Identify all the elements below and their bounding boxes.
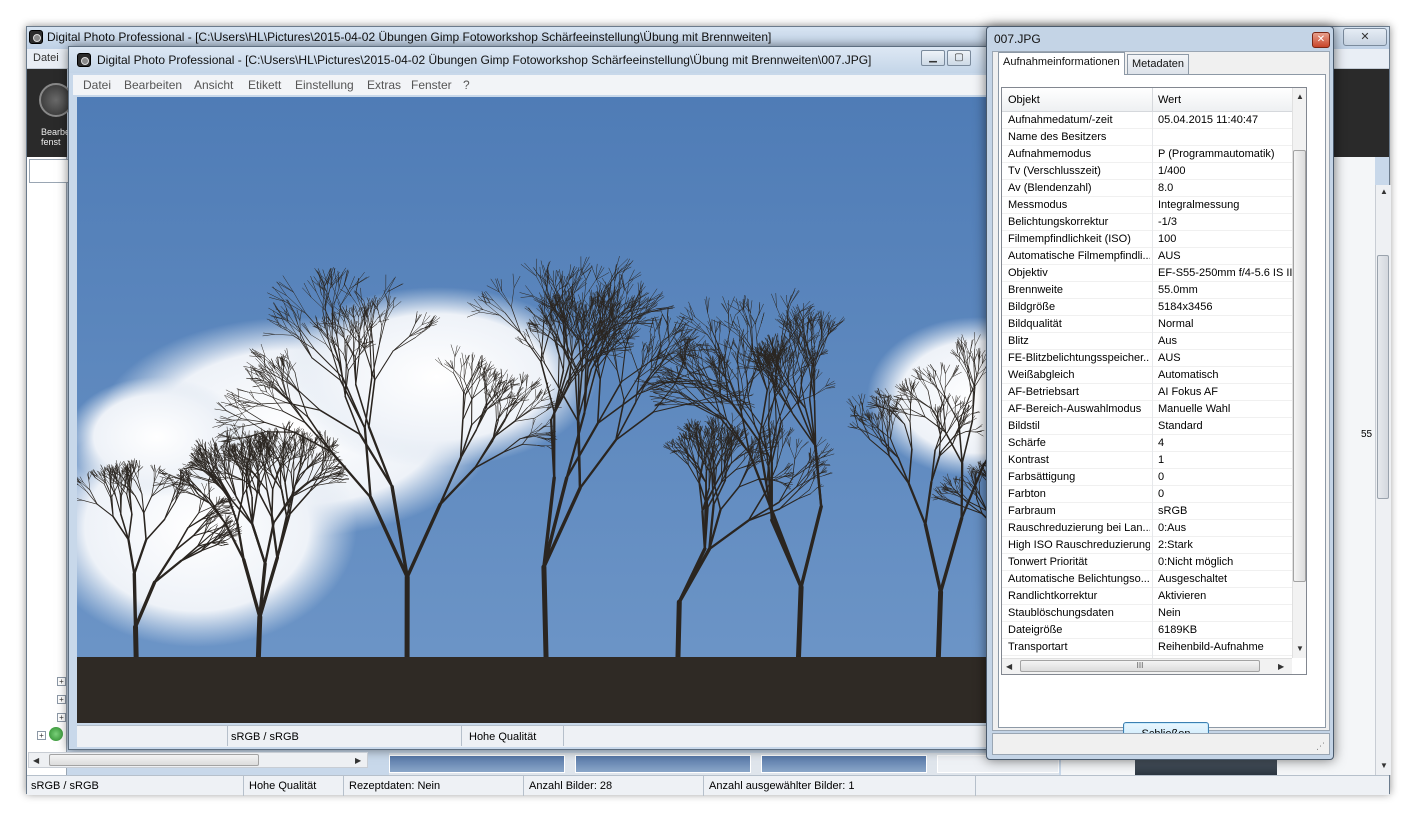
menu-extras[interactable]: Extras	[367, 78, 401, 92]
viewer-menubar: Datei Bearbeiten Ansicht Etikett Einstel…	[73, 75, 1055, 95]
status-quality: Hohe Qualität	[249, 780, 317, 792]
thumbnail[interactable]	[389, 755, 565, 773]
status-color-space: sRGB / sRGB	[31, 780, 99, 792]
close-icon[interactable]: ✕	[1343, 28, 1387, 46]
network-icon	[49, 727, 63, 741]
menu-bearbeiten[interactable]: Bearbeiten	[124, 78, 182, 92]
camera-app-icon	[29, 30, 43, 44]
tree-expand-icon[interactable]: +	[57, 677, 66, 686]
photo-trees	[77, 97, 1053, 723]
menu-fenster[interactable]: Fenster	[411, 78, 452, 92]
minimize-icon[interactable]: ▁	[921, 50, 945, 66]
menu-etikett[interactable]: Etikett	[248, 78, 281, 92]
folder-path-field[interactable]	[29, 159, 69, 183]
main-statusbar: sRGB / sRGB Hohe Qualität Rezeptdaten: N…	[27, 775, 1389, 796]
main-scroll-thumb[interactable]	[1377, 255, 1389, 499]
status-image-count: Anzahl Bilder: 28	[529, 780, 613, 792]
maximize-icon[interactable]: ▢	[947, 50, 971, 66]
viewer-title: Digital Photo Professional - [C:\Users\H…	[97, 53, 872, 67]
folder-tree-panel: + + + +	[27, 157, 67, 775]
menu-help[interactable]: ?	[463, 78, 470, 92]
tree-expand-icon[interactable]: +	[57, 713, 66, 722]
tree-expand-icon[interactable]: +	[57, 695, 66, 704]
tree-branch	[960, 462, 964, 520]
tree-branch	[354, 356, 357, 386]
image-viewer-window: Digital Photo Professional - [C:\Users\H…	[68, 46, 1058, 750]
main-window-title: Digital Photo Professional - [C:\Users\H…	[47, 30, 772, 44]
status-selected-count: Anzahl ausgewählter Bilder: 1	[709, 780, 855, 792]
thumbnail-preview[interactable]	[1135, 759, 1277, 775]
thumbnail-strip	[389, 753, 1059, 775]
camera-app-icon	[77, 53, 91, 67]
tree-expand-icon[interactable]: +	[37, 731, 46, 740]
status-recipe: Rezeptdaten: Nein	[349, 780, 441, 792]
thumbnail[interactable]	[761, 755, 927, 773]
edit-window-label: Bearbe fenst	[41, 127, 71, 147]
photo-preview[interactable]	[77, 97, 1053, 723]
arrow-up-icon[interactable]: ▲	[1380, 187, 1388, 196]
side-number: 55	[1361, 429, 1373, 440]
menu-einstellung[interactable]: Einstellung	[295, 78, 354, 92]
tree-branch	[497, 404, 499, 421]
arrow-down-icon[interactable]: ▼	[1380, 761, 1388, 770]
tree-branch	[495, 405, 497, 422]
menu-datei[interactable]: Datei	[83, 78, 111, 92]
thumbnail[interactable]	[575, 755, 751, 773]
viewer-titlebar[interactable]: Digital Photo Professional - [C:\Users\H…	[69, 47, 1057, 73]
menu-datei[interactable]: Datei	[33, 52, 59, 64]
menu-ansicht[interactable]: Ansicht	[194, 78, 233, 92]
